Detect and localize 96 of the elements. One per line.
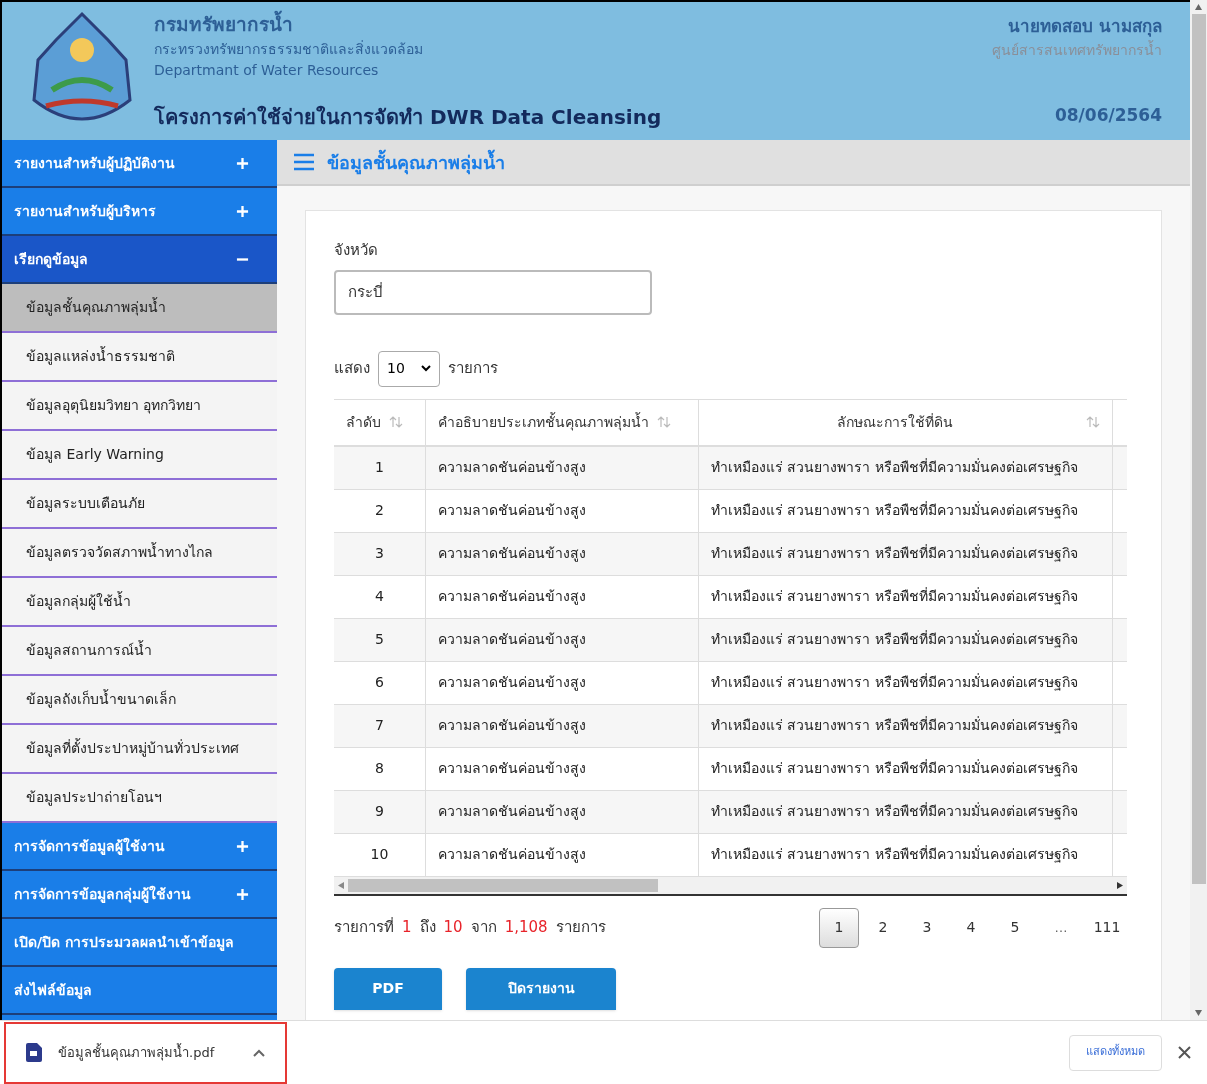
scrollbar-thumb[interactable] — [1191, 14, 1206, 884]
sidebar-item[interactable]: ข้อมูล Early Warning — [2, 431, 277, 480]
table-cell: ความลาดชันค่อนข้างสูง — [426, 446, 699, 489]
table-cell: ความลาดชันค่อนข้างสูง — [426, 790, 699, 833]
table-cell: ความลาดชันค่อนข้างสูง — [426, 489, 699, 532]
summary-text: ถึง — [419, 917, 436, 939]
table-cell: 3 — [334, 532, 426, 575]
sidebar-item[interactable]: ข้อมูลถังเก็บน้ำขนาดเล็ก — [2, 676, 277, 725]
table-cell: 4 — [334, 575, 426, 618]
page-button[interactable]: 2 — [863, 907, 903, 948]
page-button[interactable]: 1 — [819, 907, 859, 948]
page-title: ข้อมูลชั้นคุณภาพลุ่มน้ำ — [327, 148, 505, 176]
table-cell: ทำเหมืองแร่ สวนยางพารา หรือพืชที่มีความมั่นคงต่อเศรษฐกิจ — [699, 446, 1113, 489]
show-label: แสดง — [334, 358, 370, 380]
table-cell: ความลาดชันค่อนข้างสูง — [426, 661, 699, 704]
sidebar-item[interactable]: ข้อมูลที่ตั้งประปาหมู่บ้านทั่วประเทศ — [2, 725, 277, 774]
table-cell: ทำเหมืองแร่ สวนยางพารา หรือพืชที่มีความมั่นคงต่อเศรษฐกิจ — [699, 747, 1113, 790]
sidebar-item[interactable]: ข้อมูลระบบเตือนภัย — [2, 480, 277, 529]
page-button[interactable]: 5 — [995, 907, 1035, 948]
table-cell: ทำเหมืองแร่ สวนยางพารา หรือพืชที่มีความมั่นคงต่อเศรษฐกิจ — [699, 661, 1113, 704]
scroll-right-icon[interactable] — [1117, 881, 1123, 889]
table-cell: ความลาดชันค่อนข้างสูง — [426, 704, 699, 747]
sidebar-item[interactable]: ข้อมูลชั้นคุณภาพลุ่มน้ำ — [2, 284, 277, 333]
table-cell: ความลาดชันค่อนข้างสูง — [426, 575, 699, 618]
table-cell: ความลาดชันค่อนข้างสูง — [426, 532, 699, 575]
sidebar-item[interactable]: ข้อมูลกลุ่มผู้ใช้น้ำ — [2, 578, 277, 627]
close-report-button[interactable]: ปิดรายงาน — [466, 967, 616, 1010]
table-cell: ทำเหมืองแร่ สวนยางพารา หรือพืชที่มีความมั่นคงต่อเศรษฐกิจ — [699, 575, 1113, 618]
table-cell: ความลาดชันค่อนข้างสูง — [426, 833, 699, 876]
scroll-up-icon[interactable] — [1195, 4, 1202, 10]
entries-label: รายการ — [448, 358, 498, 380]
table-cell: ความลาดชันค่อนข้างสูง — [426, 747, 699, 790]
page-button[interactable]: 3 — [907, 907, 947, 948]
ministry-name: กระทรวงทรัพยากรธรรมชาติและสิ่งแวดล้อม — [154, 39, 424, 59]
count-value: 1,108 — [504, 917, 548, 939]
sidebar-item[interactable]: ข้อมูลแหล่งน้ำธรรมชาติ — [2, 333, 277, 382]
org-name: กรมทรัพยากรน้ำ — [154, 10, 976, 39]
column-header[interactable]: ลำดับ — [334, 399, 426, 445]
plus-icon — [236, 204, 249, 218]
sidebar-item[interactable]: ข้อมูลอุตุนิยมวิทยา อุทกวิทยา — [2, 382, 277, 431]
plus-icon — [236, 156, 249, 170]
sort-icon[interactable] — [1086, 416, 1100, 428]
show-all-button[interactable]: แสดงทั้งหมด — [1069, 1034, 1162, 1071]
table-cell: 9 — [334, 790, 426, 833]
vertical-scrollbar[interactable] — [1190, 0, 1207, 1020]
page-button[interactable]: 4 — [951, 907, 991, 948]
scroll-down-icon[interactable] — [1195, 1010, 1202, 1016]
column-header[interactable]: ลักษณะการใช้ที่ดิน — [699, 399, 1113, 445]
org-english-name: Departmant of Water Resources — [154, 60, 380, 80]
close-icon[interactable] — [1178, 1046, 1191, 1059]
sort-icon[interactable] — [657, 416, 671, 428]
table-cell: ทำเหมืองแร่ สวนยางพารา หรือพืชที่มีความมั่นคงต่อเศรษฐกิจ — [699, 704, 1113, 747]
province-label: จังหวัด — [334, 240, 379, 261]
pagination-ellipsis: … — [1053, 918, 1069, 937]
menu-icon[interactable] — [293, 153, 315, 171]
table-cell: 10 — [334, 833, 426, 876]
table-cell: ทำเหมืองแร่ สวนยางพารา หรือพืชที่มีความมั่นคงต่อเศรษฐกิจ — [699, 833, 1113, 876]
table-cell: 1 — [334, 446, 426, 489]
page-size-select[interactable]: 10 — [378, 350, 440, 387]
scrollbar-thumb[interactable] — [348, 878, 658, 892]
table-cell: 6 — [334, 661, 426, 704]
table-cell: ทำเหมืองแร่ สวนยางพารา หรือพืชที่มีความมั่นคงต่อเศรษฐกิจ — [699, 790, 1113, 833]
page-button[interactable]: 111 — [1087, 907, 1127, 948]
file-icon — [26, 1043, 42, 1062]
sort-icon[interactable] — [389, 416, 403, 428]
count-value: 1 — [402, 917, 412, 939]
table-cell: ความลาดชันค่อนข้างสูง — [426, 618, 699, 661]
summary-text: จาก — [470, 917, 497, 939]
table-cell: 8 — [334, 747, 426, 790]
download-item[interactable]: ข้อมูลชั้นคุณภาพลุ่มน้ำ.pdf — [4, 1021, 287, 1084]
province-field[interactable]: กระบี่ — [334, 269, 652, 315]
pdf-button[interactable]: PDF — [334, 967, 442, 1010]
sidebar-section[interactable]: เรียกดูข้อมูล — [2, 236, 277, 284]
sidebar-item[interactable]: ข้อมูลสถานการณ์น้ำ — [2, 627, 277, 676]
table-cell: ทำเหมืองแร่ สวนยางพารา หรือพืชที่มีความมั่นคงต่อเศรษฐกิจ — [699, 489, 1113, 532]
column-header[interactable]: คำอธิบายประเภทชั้นคุณภาพลุ่มน้ำ — [426, 399, 699, 445]
date-text: 08/06/2564 — [1054, 103, 1162, 127]
table-cell: 2 — [334, 489, 426, 532]
table-cell: 5 — [334, 618, 426, 661]
user-name: นายทดสอบ นามสกุล — [1008, 15, 1162, 39]
table-cell: 7 — [334, 704, 426, 747]
plus-icon — [236, 839, 249, 853]
table-cell: ทำเหมืองแร่ สวนยางพารา หรือพืชที่มีความมั่นคงต่อเศรษฐกิจ — [699, 532, 1113, 575]
plus-icon — [236, 887, 249, 901]
project-title: โครงการค่าใช้จ่ายในการจัดทำ DWR Data Cleansing — [154, 104, 663, 131]
summary-text: รายการ — [555, 917, 606, 939]
sidebar-item[interactable]: ข้อมูลตรวจวัดสภาพน้ำทางไกล — [2, 529, 277, 578]
file-name: ข้อมูลชั้นคุณภาพลุ่มน้ำ.pdf — [58, 1042, 216, 1063]
chevron-down-icon — [421, 365, 431, 372]
user-unit: ศูนย์สารสนเทศทรัพยากรน้ำ — [992, 39, 1162, 61]
table-cell: ทำเหมืองแร่ สวนยางพารา หรือพืชที่มีความมั่นคงต่อเศรษฐกิจ — [699, 618, 1113, 661]
summary-text: รายการที่ — [334, 916, 394, 939]
count-value: 10 — [443, 917, 463, 939]
scroll-left-icon[interactable] — [338, 881, 344, 889]
chevron-up-icon[interactable] — [253, 1048, 265, 1057]
sidebar-item[interactable]: ข้อมูลประปาถ่ายโอนฯ — [2, 774, 277, 823]
